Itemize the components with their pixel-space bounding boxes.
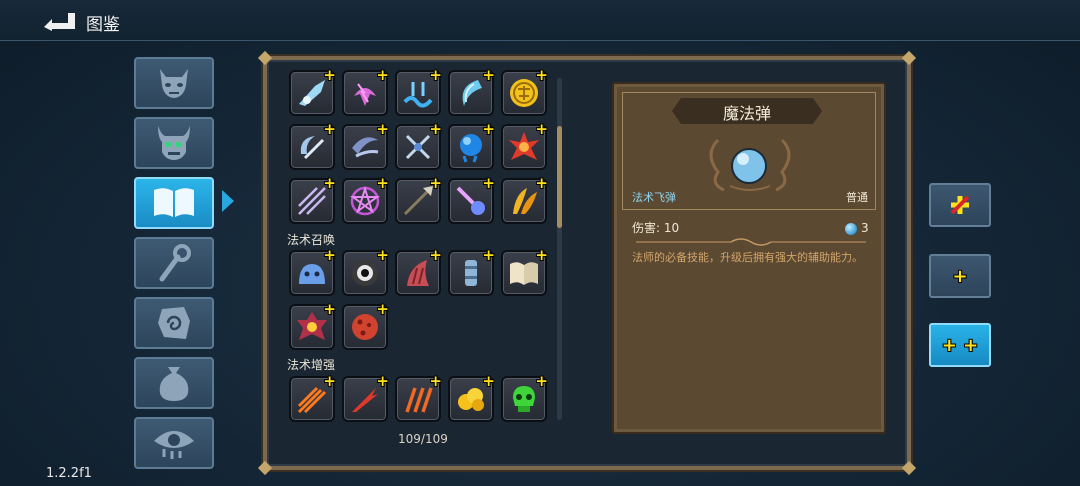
crossed-plus-icon bbox=[950, 195, 970, 215]
spell-wind-blade-icon[interactable]: + bbox=[289, 122, 336, 170]
section-label-enhance: 法术增强 bbox=[287, 358, 336, 372]
staff-icon bbox=[159, 244, 191, 282]
eye-icon bbox=[154, 431, 194, 459]
spell-summon-eyeball-icon[interactable]: + bbox=[342, 248, 389, 296]
horned-skull-icon bbox=[158, 126, 190, 160]
sidebar-item-monster[interactable] bbox=[134, 57, 214, 109]
mana-gem-icon bbox=[845, 223, 857, 235]
mana-cost: 3 bbox=[861, 221, 869, 235]
spell-summon-claw-icon[interactable]: + bbox=[395, 248, 442, 296]
back-arrow-icon[interactable] bbox=[42, 9, 78, 31]
sidebar-item-spellbook[interactable] bbox=[134, 177, 214, 229]
spell-fire-burst-icon[interactable]: + bbox=[501, 122, 548, 170]
spell-enhance-golden-cloud-icon[interactable]: + bbox=[448, 374, 495, 422]
grid-scrollbar-thumb[interactable] bbox=[557, 126, 562, 228]
single-upgrade-button[interactable]: + bbox=[929, 254, 991, 298]
spell-comet-icon[interactable]: + bbox=[448, 176, 495, 224]
sidebar-item-staff[interactable] bbox=[134, 237, 214, 289]
spell-type: 法术飞弹 bbox=[632, 191, 676, 204]
spell-summon-pillar-icon[interactable]: + bbox=[448, 248, 495, 296]
spell-shadow-slash-icon[interactable]: + bbox=[342, 122, 389, 170]
active-indicator-arrow bbox=[222, 190, 234, 212]
sidebar-item-relic[interactable] bbox=[134, 297, 214, 349]
spell-rarity: 普通 bbox=[846, 191, 868, 204]
remove-upgrade-button[interactable] bbox=[929, 183, 991, 227]
spell-enhance-triple-claw-icon[interactable]: + bbox=[395, 374, 442, 422]
detail-divider-ornament bbox=[636, 238, 866, 246]
sidebar-item-boss[interactable] bbox=[134, 117, 214, 169]
spell-ice-crescent-icon[interactable]: + bbox=[448, 68, 495, 116]
spell-lightning-icon[interactable]: + bbox=[342, 68, 389, 116]
spiral-stone-icon bbox=[158, 307, 190, 339]
spell-summon-demon-eye-icon[interactable]: + bbox=[289, 302, 336, 350]
spell-spear-icon[interactable]: + bbox=[395, 176, 442, 224]
spell-name: 魔法弹 bbox=[722, 104, 771, 123]
spell-frost-shard-icon[interactable]: + bbox=[289, 68, 336, 116]
spell-grid: + + + + + + + + + + + + + + + 法术召唤 + + +… bbox=[285, 64, 557, 426]
collection-counter: 109/109 bbox=[398, 432, 448, 446]
top-bar: 图鉴 bbox=[0, 0, 1080, 41]
demon-face-icon bbox=[160, 69, 188, 98]
open-book-icon bbox=[154, 188, 194, 217]
spell-golden-feathers-icon[interactable]: + bbox=[501, 176, 548, 224]
spell-crossed-blades-icon[interactable]: + bbox=[395, 122, 442, 170]
sidebar-item-items[interactable] bbox=[134, 357, 214, 409]
spell-enhance-flame-arrows-icon[interactable]: + bbox=[289, 374, 336, 422]
double-upgrade-button[interactable]: + + bbox=[929, 323, 991, 367]
plus-icon: + bbox=[952, 265, 968, 287]
spell-water-wave-icon[interactable]: + bbox=[395, 68, 442, 116]
spell-damage: 伤害: 10 bbox=[632, 221, 680, 235]
pouch-icon bbox=[159, 367, 189, 401]
magic-bolt-orb-icon bbox=[731, 148, 767, 184]
spell-pentagram-icon[interactable]: + bbox=[342, 176, 389, 224]
sidebar-item-curse[interactable] bbox=[134, 417, 214, 469]
spell-summon-tome-icon[interactable]: + bbox=[501, 248, 548, 296]
spell-description: 法师的必备技能，升级后拥有强大的辅助能力。 bbox=[632, 251, 863, 264]
spell-water-orb-icon[interactable]: + bbox=[448, 122, 495, 170]
spell-summon-slime-icon[interactable]: + bbox=[289, 248, 336, 296]
spell-enhance-red-strike-icon[interactable]: + bbox=[342, 374, 389, 422]
spell-summon-spore-icon[interactable]: + bbox=[342, 302, 389, 350]
spell-arrow-volley-icon[interactable]: + bbox=[289, 176, 336, 224]
page-title: 图鉴 bbox=[86, 15, 120, 35]
spell-enhance-poison-skull-icon[interactable]: + bbox=[501, 374, 548, 422]
spell-gold-coin-icon[interactable]: + bbox=[501, 68, 548, 116]
version-label: 1.2.2f1 bbox=[46, 466, 92, 481]
double-plus-icon: + + bbox=[941, 334, 979, 356]
